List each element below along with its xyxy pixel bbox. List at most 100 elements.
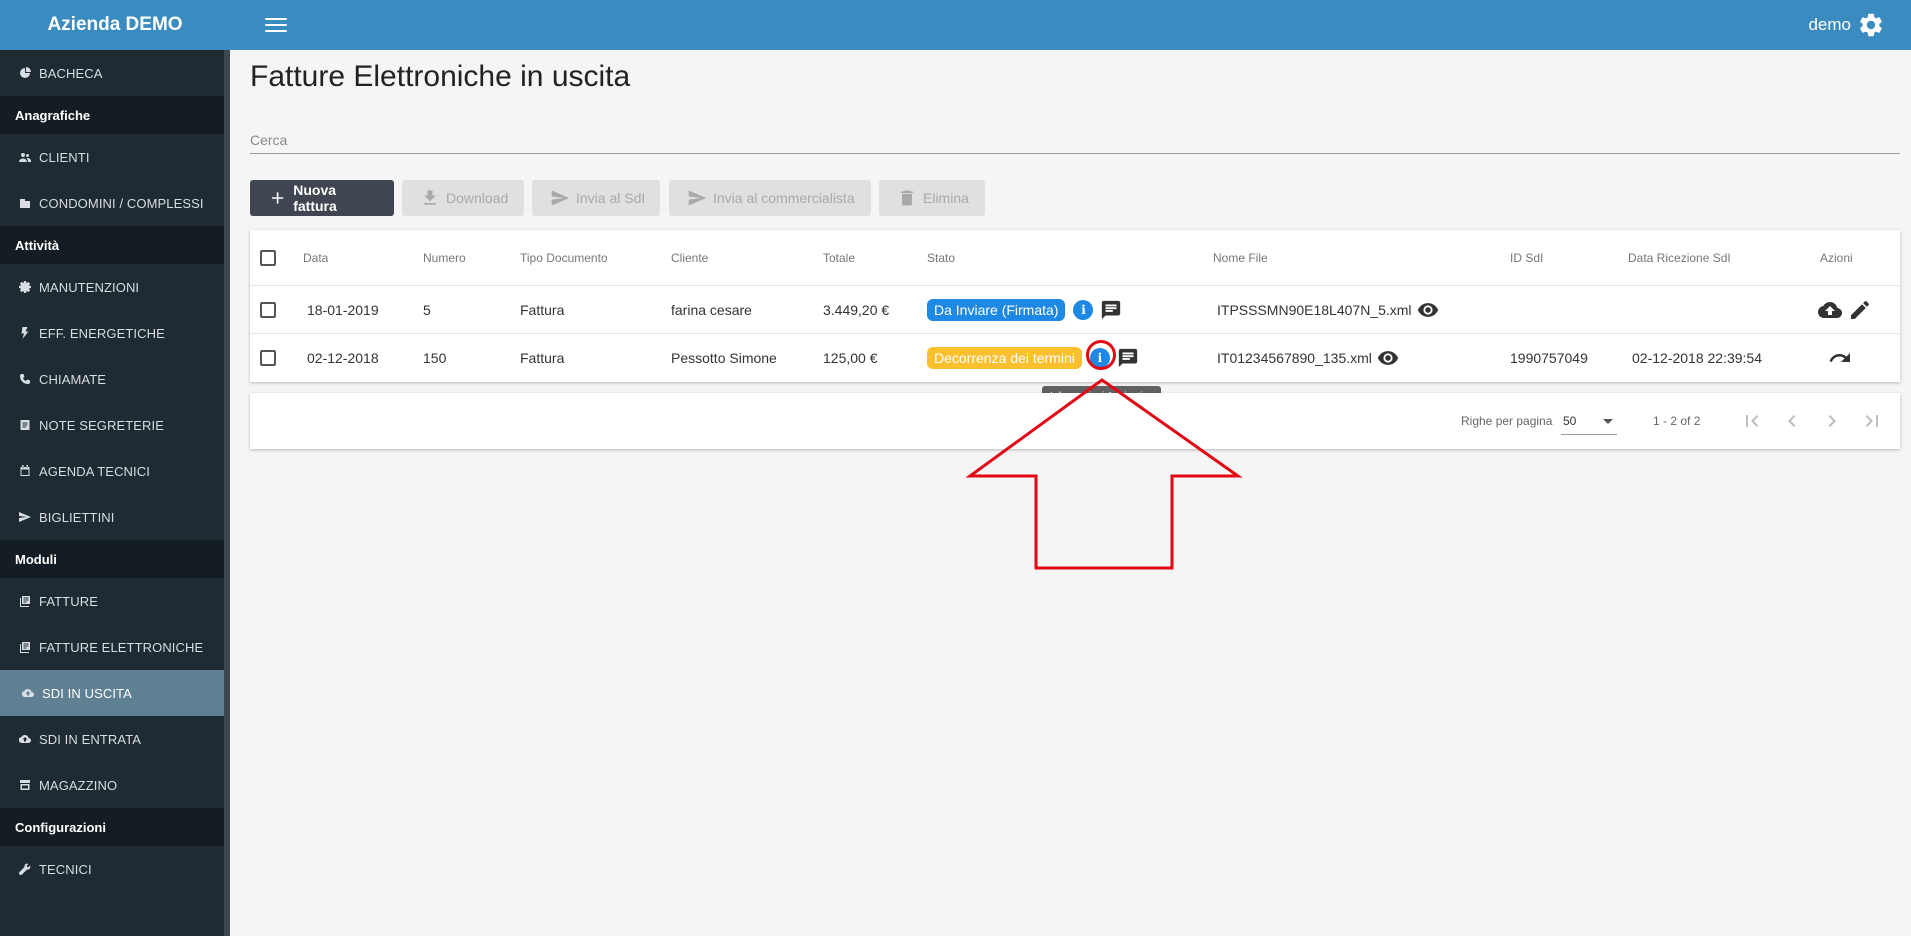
rows-per-page-value: 50 <box>1563 414 1577 428</box>
sidebar-item-label: FATTURE <box>39 593 98 609</box>
row-checkbox[interactable] <box>260 301 276 318</box>
row-checkbox[interactable] <box>260 350 276 366</box>
column-header[interactable]: Data <box>303 230 328 285</box>
sidebar-item-fatture[interactable]: FATTURE <box>0 578 230 624</box>
top-bar: demo <box>230 0 1911 50</box>
send-accountant-button[interactable]: Invia al commercialista <box>669 180 871 216</box>
table-row[interactable]: 18-01-2019 5 Fattura farina cesare 3.449… <box>250 286 1900 334</box>
download-button[interactable]: Download <box>402 180 524 216</box>
sidebar-item-agenda-tecnici[interactable]: AGENDA TECNICI <box>0 448 230 494</box>
note-icon <box>18 418 32 432</box>
search-input[interactable] <box>250 126 1900 154</box>
column-header[interactable]: Cliente <box>671 230 708 285</box>
cell-reception-date: 02-12-2018 22:39:54 <box>1632 350 1762 366</box>
prev-page-button[interactable] <box>1780 409 1804 433</box>
column-header[interactable]: ID SdI <box>1510 230 1543 285</box>
sidebar-section-header: Configurazioni <box>0 808 230 846</box>
delete-label: Elimina <box>923 190 969 206</box>
sidebar-item-sdi-in-uscita[interactable]: SDI IN USCITA <box>0 670 224 716</box>
gear-icon <box>18 280 32 294</box>
download-icon <box>424 190 436 205</box>
status-badge: Da Inviare (Firmata) <box>927 298 1066 321</box>
chevron-down-icon <box>1603 419 1613 424</box>
download-label: Download <box>446 190 509 206</box>
cell-total: 3.449,20 € <box>823 301 890 318</box>
page-range: 1 - 2 of 2 <box>1653 414 1701 428</box>
rows-per-page-select[interactable]: 50 <box>1561 407 1617 435</box>
first-page-button[interactable] <box>1740 409 1764 433</box>
sidebar-item-label: SDI IN USCITA <box>42 685 132 701</box>
column-header[interactable]: Nome File <box>1213 230 1268 285</box>
sidebar-item-eff-energetiche[interactable]: EFF. ENERGETICHE <box>0 310 230 356</box>
plus-icon <box>272 192 284 204</box>
sidebar-item-tecnici[interactable]: TECNICI <box>0 846 230 892</box>
message-icon[interactable] <box>1117 347 1139 369</box>
column-header[interactable]: Totale <box>823 230 855 285</box>
cell-date: 18-01-2019 <box>307 301 379 318</box>
send-sdi-label: Invia al SdI <box>576 190 646 206</box>
delete-button[interactable]: Elimina <box>879 180 985 216</box>
new-invoice-button[interactable]: Nuova fattura <box>250 180 394 216</box>
sidebar-item-magazzino[interactable]: MAGAZZINO <box>0 762 230 808</box>
send-icon <box>688 190 707 206</box>
cell-date: 02-12-2018 <box>307 350 379 366</box>
sidebar-item-clienti[interactable]: CLIENTI <box>0 134 230 180</box>
send-icon <box>18 510 32 524</box>
cell-file-name: ITPSSSMN90E18L407N_5.xml <box>1217 301 1412 318</box>
send-icon <box>551 190 570 206</box>
column-header[interactable]: Stato <box>927 230 955 285</box>
sidebar-item-note-segreterie[interactable]: NOTE SEGRETERIE <box>0 402 230 448</box>
wrench-icon <box>18 862 32 876</box>
sidebar-item-label: MANUTENZIONI <box>39 279 140 295</box>
store-icon <box>18 778 32 792</box>
redo-icon[interactable] <box>1828 346 1852 370</box>
cell-doc-type: Fattura <box>520 301 565 318</box>
column-header[interactable]: Azioni <box>1820 230 1853 285</box>
settings-gear-icon[interactable] <box>1857 11 1885 39</box>
send-sdi-button[interactable]: Invia al SdI <box>532 180 660 216</box>
info-icon[interactable]: i <box>1073 299 1094 320</box>
send-accountant-label: Invia al commercialista <box>713 190 855 206</box>
column-header[interactable]: Numero <box>423 230 466 285</box>
sidebar-item-bacheca[interactable]: BACHECA <box>0 50 230 96</box>
sidebar-item-label: BIGLIETTINI <box>39 509 115 525</box>
sidebar-section-header: Attività <box>0 226 230 264</box>
sidebar-item-condomini-complessi[interactable]: CONDOMINI / COMPLESSI <box>0 180 230 226</box>
cloud-upload-icon[interactable] <box>1818 298 1842 322</box>
hamburger-menu-icon[interactable] <box>265 15 287 35</box>
chevron-left-icon <box>1788 415 1796 427</box>
sidebar-item-sdi-in-entrata[interactable]: SDI IN ENTRATA <box>0 716 230 762</box>
building-icon <box>18 196 32 210</box>
sidebar: Azienda DEMO BACHECA Anagrafiche CLIENTI CO… <box>0 0 230 936</box>
sidebar-item-label: EFF. ENERGETICHE <box>39 325 165 341</box>
cell-file-name: IT01234567890_135.xml <box>1217 350 1372 366</box>
message-icon[interactable] <box>1100 299 1122 321</box>
last-page-icon <box>1865 415 1878 427</box>
column-header[interactable]: Data Ricezione SdI <box>1628 230 1731 285</box>
dashboard-icon <box>18 66 32 80</box>
library-icon <box>18 594 32 608</box>
select-all-checkbox[interactable] <box>260 249 276 266</box>
last-page-button[interactable] <box>1860 409 1884 433</box>
sidebar-item-bigliettini[interactable]: BIGLIETTINI <box>0 494 230 540</box>
annotation-circle <box>1086 340 1116 370</box>
eye-icon[interactable] <box>1377 347 1399 369</box>
bolt-icon <box>18 326 32 340</box>
cell-total: 125,00 € <box>823 350 878 366</box>
edit-pencil-icon[interactable] <box>1848 298 1872 322</box>
nav-list: BACHECA Anagrafiche CLIENTI CONDOMINI / COM… <box>0 50 230 892</box>
next-page-button[interactable] <box>1820 409 1844 433</box>
sidebar-item-manutenzioni[interactable]: MANUTENZIONI <box>0 264 230 310</box>
annotation-arrow <box>965 378 1243 570</box>
sidebar-section-header: Anagrafiche <box>0 96 230 134</box>
sidebar-item-chiamate[interactable]: CHIAMATE <box>0 356 230 402</box>
calendar-icon <box>18 464 32 478</box>
eye-icon[interactable] <box>1417 299 1439 321</box>
sidebar-section-header: Moduli <box>0 540 230 578</box>
user-name[interactable]: demo <box>1808 15 1851 35</box>
sidebar-scrollbar[interactable] <box>224 50 230 936</box>
brand-title: Azienda DEMO <box>0 0 230 50</box>
sidebar-item-fatture-elettroniche[interactable]: FATTURE ELETTRONICHE <box>0 624 230 670</box>
column-header[interactable]: Tipo Documento <box>520 230 608 285</box>
cell-id-sdi: 1990757049 <box>1510 350 1588 366</box>
